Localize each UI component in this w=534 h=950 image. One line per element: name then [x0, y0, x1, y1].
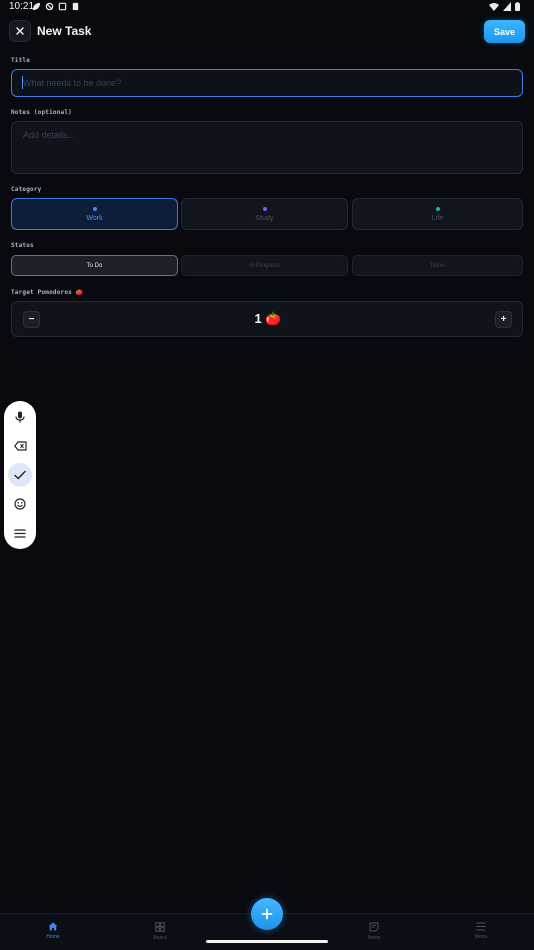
text-caret	[22, 76, 23, 89]
keyboard-menu-button[interactable]	[8, 521, 32, 545]
category-dot	[262, 206, 267, 211]
category-label-text: Work	[86, 214, 103, 222]
check-icon	[14, 470, 26, 480]
home-icon	[48, 922, 58, 931]
screen-icon	[58, 2, 67, 11]
board-icon	[155, 922, 165, 932]
increment-button[interactable]: +	[495, 311, 512, 328]
battery-icon	[515, 2, 520, 11]
status-label: Status	[11, 242, 34, 249]
nav-board[interactable]: Board	[130, 922, 190, 941]
status-in-progress-button[interactable]: In Progress	[181, 255, 348, 276]
nav-home[interactable]: Home	[23, 922, 83, 940]
category-dot	[435, 206, 440, 211]
nav-label: Board	[153, 935, 167, 941]
page-title: New Task	[37, 24, 92, 38]
decrement-button[interactable]: −	[23, 311, 40, 328]
category-dot	[92, 206, 97, 211]
category-study-button[interactable]: Study	[181, 198, 348, 230]
category-label-text: Study	[255, 214, 274, 222]
nav-notes[interactable]: Notes	[344, 922, 404, 941]
nav-label: Menu	[474, 934, 488, 940]
category-work-button[interactable]: Work	[11, 198, 178, 230]
menu-icon	[14, 528, 26, 538]
done-button[interactable]	[8, 463, 32, 487]
microphone-icon	[15, 411, 25, 423]
shield-icon	[45, 2, 54, 11]
backspace-button[interactable]	[8, 434, 32, 458]
notes-icon	[369, 922, 379, 932]
save-button[interactable]: Save	[484, 20, 525, 43]
category-label: Category	[11, 186, 42, 193]
status-todo-button[interactable]: To Do	[11, 255, 178, 276]
status-right	[489, 2, 520, 11]
backspace-icon	[13, 441, 27, 451]
menu-icon	[476, 922, 486, 931]
status-time: 10:21	[9, 1, 35, 12]
microphone-button[interactable]	[8, 405, 32, 429]
clipboard-icon	[72, 2, 79, 11]
emoji-icon	[14, 498, 26, 510]
category-life-button[interactable]: Life	[352, 198, 523, 230]
notes-input[interactable]	[11, 121, 523, 174]
keyboard-toolbar	[4, 401, 36, 549]
category-label-text: Life	[431, 214, 444, 222]
plus-icon	[261, 908, 273, 920]
signal-icon	[503, 2, 511, 11]
pomodoro-value: 1 🍅	[254, 311, 282, 326]
pomodoro-stepper: 1 🍅 − +	[11, 301, 523, 337]
home-indicator[interactable]	[206, 940, 328, 943]
nav-label: Home	[46, 934, 60, 940]
status-bar: 10:21	[0, 0, 534, 14]
emoji-button[interactable]	[8, 492, 32, 516]
leaf-icon	[32, 2, 41, 11]
pomodoros-label: Target Pomodoros 🍅	[11, 289, 84, 296]
close-icon	[16, 27, 24, 35]
add-task-fab[interactable]	[251, 898, 283, 930]
nav-menu[interactable]: Menu	[451, 922, 511, 940]
wifi-icon	[489, 3, 499, 11]
notes-label: Notes (optional)	[11, 109, 72, 116]
title-label: Title	[11, 57, 31, 64]
close-button[interactable]	[9, 20, 31, 42]
nav-label: Notes	[367, 935, 381, 941]
status-done-button[interactable]: Done	[352, 255, 523, 276]
title-input[interactable]	[11, 69, 523, 97]
